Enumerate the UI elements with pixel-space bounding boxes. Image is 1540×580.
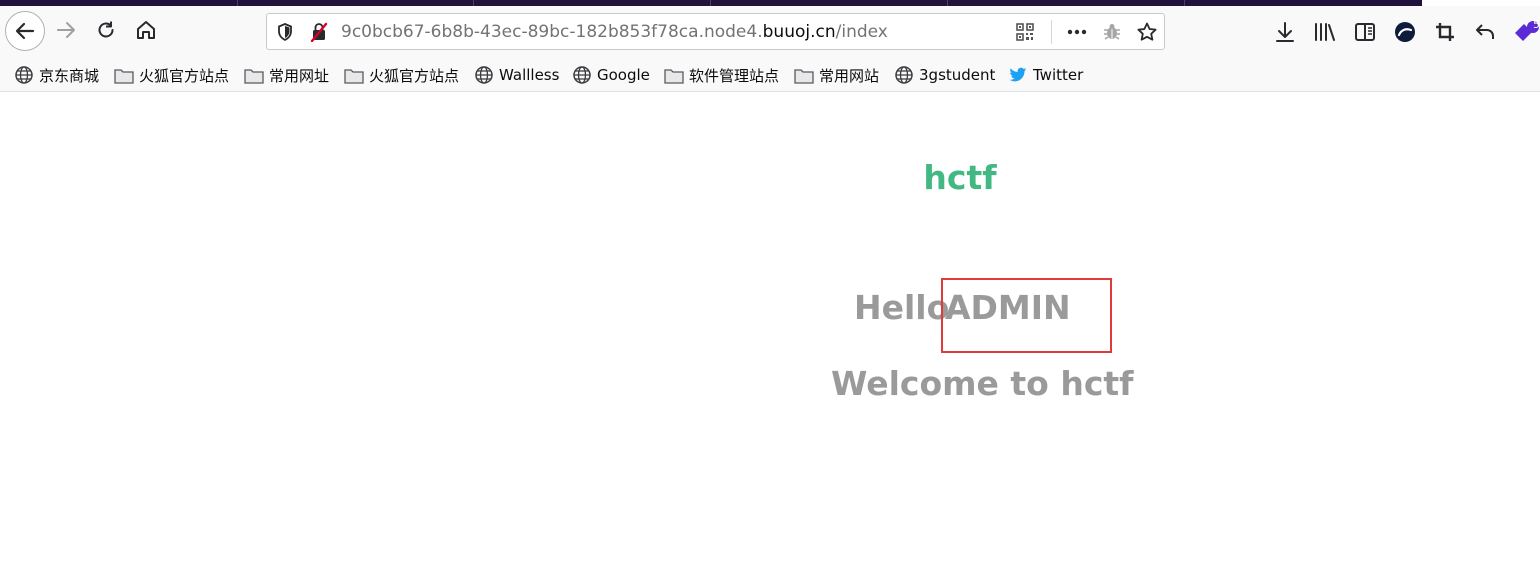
bookmark-label: 3gstudent <box>919 66 996 84</box>
url-path: /index <box>835 22 888 42</box>
bookmark-label: 火狐官方站点 <box>139 66 230 85</box>
forward-button[interactable] <box>52 16 80 44</box>
back-icon <box>15 22 35 40</box>
globe-icon <box>474 66 494 84</box>
globe-icon <box>14 66 34 84</box>
bookmark-item[interactable]: 常用网址 <box>244 64 329 86</box>
bookmark-label: Google <box>597 66 650 84</box>
folder-icon <box>664 66 684 84</box>
twitter-icon <box>1008 66 1028 84</box>
reload-button[interactable] <box>92 16 120 44</box>
bookmark-item[interactable]: 火狐官方站点 <box>344 64 459 86</box>
folder-icon <box>114 66 134 84</box>
url-bar[interactable]: 9c0bcb67-6b8b-43ec-89bc-182b853f78ca.nod… <box>266 13 1165 50</box>
bookmark-item[interactable]: Wallless <box>474 64 559 86</box>
bookmark-item[interactable]: 常用网站 <box>794 64 879 86</box>
globe-icon <box>572 66 592 84</box>
bookmark-item[interactable]: 京东商城 <box>14 64 99 86</box>
sidebar-icon[interactable] <box>1353 20 1377 44</box>
home-icon <box>137 21 155 39</box>
bug-icon[interactable] <box>1102 22 1122 42</box>
welcome-message: Welcome to hctf <box>831 364 1134 403</box>
navigation-toolbar: 9c0bcb67-6b8b-43ec-89bc-182b853f78ca.nod… <box>0 6 1540 58</box>
download-icon[interactable] <box>1273 20 1297 44</box>
bookmark-label: 软件管理站点 <box>689 66 780 85</box>
url-text[interactable]: 9c0bcb67-6b8b-43ec-89bc-182b853f78ca.nod… <box>341 22 888 42</box>
globe-icon <box>894 66 914 84</box>
undo-icon[interactable] <box>1473 20 1497 44</box>
page-content: hctf Hello ADMIN Welcome to hctf <box>0 92 1540 580</box>
url-divider <box>1051 20 1052 44</box>
bookmark-item[interactable]: Google <box>572 64 650 86</box>
hello-prefix: Hello <box>854 288 950 327</box>
back-button[interactable] <box>5 11 45 51</box>
url-domain: buuoj.cn <box>762 22 836 42</box>
url-prefix: 9c0bcb67-6b8b-43ec-89bc-182b853f78ca.nod… <box>341 22 763 42</box>
addon-badge-count: 5 <box>1533 18 1540 31</box>
addon-badge-icon[interactable]: 5 <box>1512 18 1540 44</box>
shield-icon[interactable] <box>275 22 295 42</box>
folder-icon <box>244 66 264 84</box>
site-title[interactable]: hctf <box>0 158 1540 197</box>
insecure-lock-icon[interactable] <box>309 22 329 42</box>
reload-icon <box>98 21 114 38</box>
bookmark-label: 常用网站 <box>819 66 880 85</box>
bookmarks-toolbar: 京东商城 火狐官方站点 常用网址 火狐官方站点 Wallless Google 软件管理站点… <box>0 58 1540 92</box>
library-icon[interactable] <box>1313 20 1337 44</box>
bookmark-item[interactable]: Twitter <box>1008 64 1083 86</box>
forward-icon <box>57 22 75 38</box>
folder-icon <box>344 66 364 84</box>
star-icon[interactable] <box>1137 22 1157 42</box>
qr-code-icon[interactable] <box>1015 22 1035 42</box>
bookmark-item[interactable]: 软件管理站点 <box>664 64 779 86</box>
extension-icon[interactable] <box>1393 20 1417 44</box>
bookmark-label: Wallless <box>499 66 560 84</box>
highlight-box <box>941 278 1112 353</box>
bookmark-label: Twitter <box>1033 66 1084 84</box>
home-button[interactable] <box>132 16 160 44</box>
bookmark-item[interactable]: 火狐官方站点 <box>114 64 229 86</box>
bookmark-label: 京东商城 <box>39 66 100 85</box>
more-icon[interactable] <box>1067 22 1087 42</box>
folder-icon <box>794 66 814 84</box>
bookmark-label: 常用网址 <box>269 66 330 85</box>
bookmark-label: 火狐官方站点 <box>369 66 460 85</box>
crop-icon[interactable] <box>1433 20 1457 44</box>
bookmark-item[interactable]: 3gstudent <box>894 64 995 86</box>
